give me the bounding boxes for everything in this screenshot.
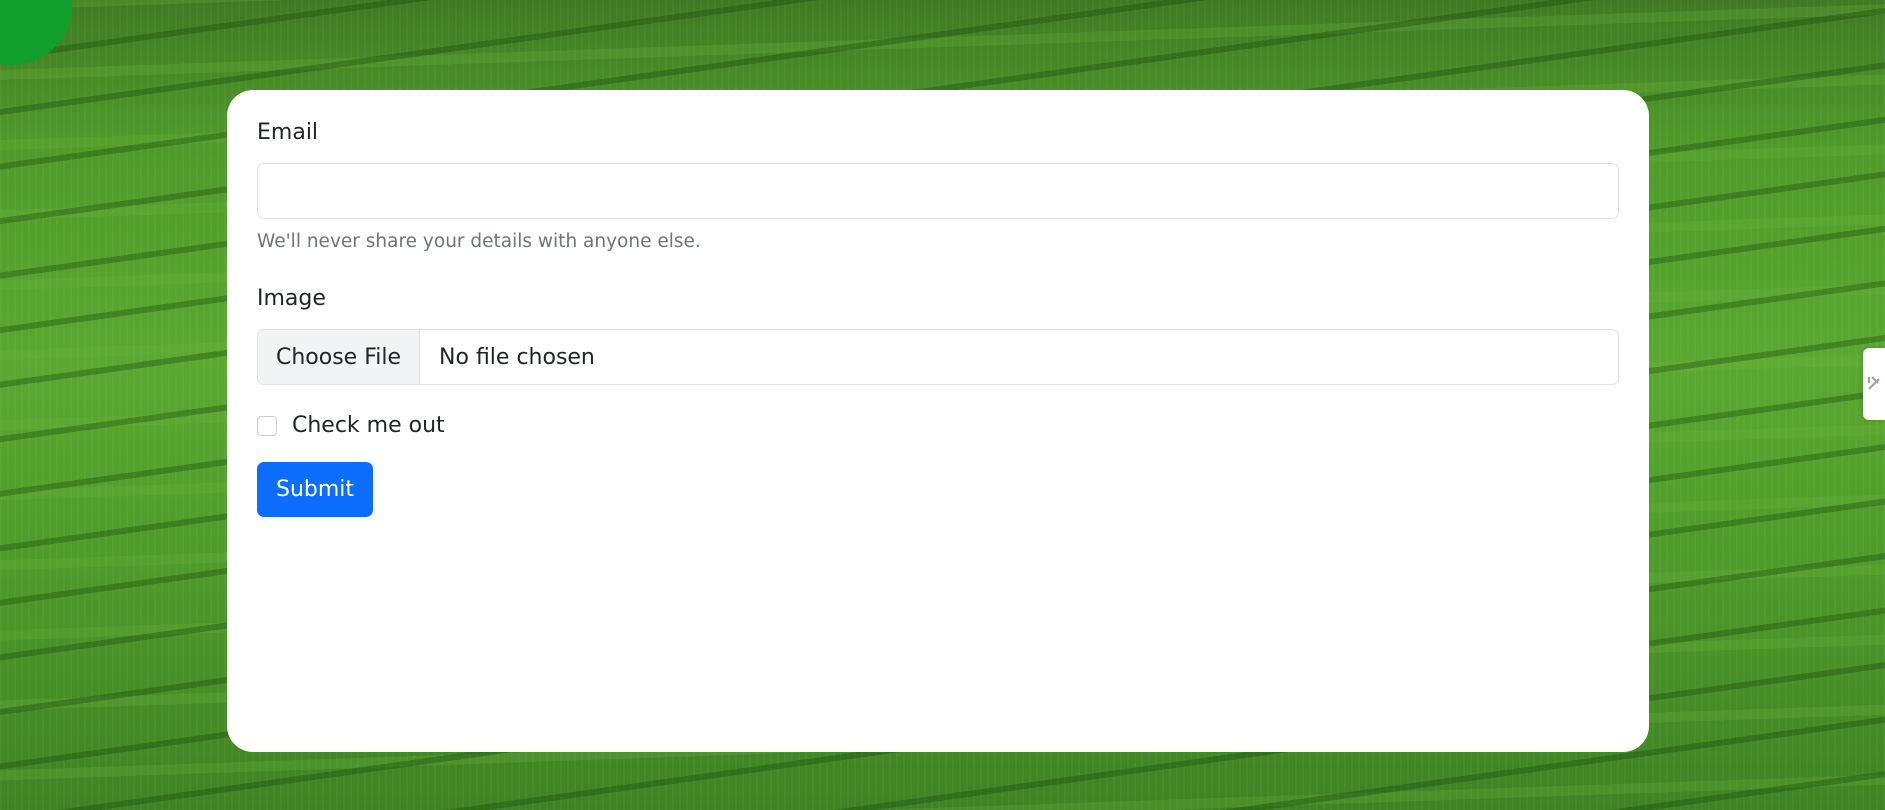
form-card: Email We'll never share your details wit… [227,90,1649,752]
check-me-out-checkbox[interactable] [257,415,277,436]
email-field[interactable] [257,163,1619,219]
side-widget-tab[interactable] [1863,348,1885,420]
check-row: Check me out [257,413,1619,438]
image-field-group: Image Choose File No file chosen [257,286,1619,385]
email-label: Email [257,120,319,145]
email-help-text: We'll never share your details with anyo… [257,231,701,252]
choose-file-button[interactable]: Choose File [258,330,421,384]
checkbox-label[interactable]: Check me out [292,413,445,438]
file-status: No file chosen [439,344,595,370]
submit-button[interactable]: Submit [257,462,374,517]
tool-icon [1866,371,1882,397]
file-input[interactable]: Choose File No file chosen [257,329,1619,385]
image-label: Image [257,286,326,311]
